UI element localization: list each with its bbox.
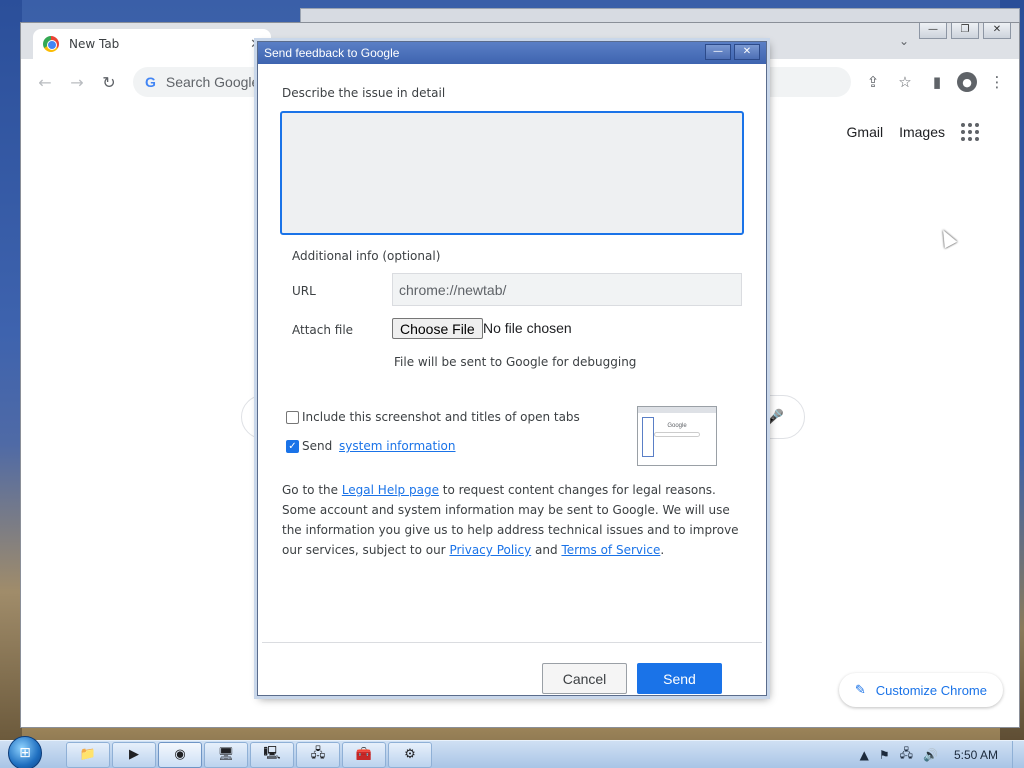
volume-icon[interactable]: 🔊	[923, 748, 938, 762]
legal-text-3: and	[531, 543, 562, 557]
dialog-body: Describe the issue in detail Additional …	[258, 64, 766, 695]
choose-file-button[interactable]: Choose File	[392, 318, 483, 339]
dialog-titlebar[interactable]: Send feedback to Google — ✕	[258, 42, 766, 64]
file-debug-note: File will be sent to Google for debuggin…	[394, 355, 637, 369]
system-tool-icon[interactable]: 🖳	[250, 741, 294, 768]
customize-chrome-button[interactable]: ✎ Customize Chrome	[838, 673, 1003, 707]
screenshot-checkbox-row: Include this screenshot and titles of op…	[286, 410, 580, 424]
url-label: URL	[292, 284, 316, 298]
network-icon[interactable]: 🖧	[900, 744, 913, 765]
privacy-policy-link[interactable]: Privacy Policy	[449, 543, 531, 557]
include-screenshot-checkbox[interactable]	[286, 410, 299, 424]
sysinfo-checkbox-row: ✓ Send system information	[286, 439, 456, 453]
network-tool-icon[interactable]: 🖧	[296, 741, 340, 768]
pencil-icon: ✎	[854, 682, 866, 697]
images-link[interactable]: Images	[899, 124, 945, 140]
window-controls: — ❐ ✕	[919, 23, 1011, 39]
additional-info-label: Additional info (optional)	[292, 249, 441, 263]
share-icon[interactable]: ⇪	[861, 70, 885, 94]
send-button[interactable]: Send	[637, 663, 722, 694]
no-file-chosen-text: No file chosen	[483, 320, 572, 336]
minimize-icon[interactable]: —	[919, 23, 947, 39]
legal-notice: Go to the Legal Help page to request con…	[282, 480, 744, 560]
apps-grid-icon[interactable]	[961, 123, 979, 141]
send-system-info-checkbox[interactable]: ✓	[286, 439, 299, 453]
media-player-icon[interactable]: ▶	[112, 741, 156, 768]
customize-chrome-label: Customize Chrome	[875, 682, 987, 698]
toolbar-actions: ⇪ ☆ ▮ ● ⋮	[861, 70, 1009, 94]
toolbox-icon[interactable]: 🧰	[342, 741, 386, 768]
dialog-title: Send feedback to Google	[264, 46, 400, 60]
dialog-close-icon[interactable]: ✕	[734, 44, 760, 60]
show-desktop-button[interactable]	[1012, 740, 1024, 768]
gmail-link[interactable]: Gmail	[847, 124, 884, 140]
send-label: Send	[302, 439, 337, 453]
tab-new-tab[interactable]: New Tab ✕	[33, 29, 271, 59]
url-field[interactable]	[392, 273, 742, 306]
start-button[interactable]: ⊞	[8, 735, 42, 768]
remote-desktop-icon[interactable]: 🖥	[204, 741, 248, 768]
legal-text-1: Go to the	[282, 483, 342, 497]
google-g-icon: G	[145, 74, 156, 90]
tray-expand-icon[interactable]: ▲	[860, 748, 869, 762]
menu-kebab-icon[interactable]: ⋮	[985, 70, 1009, 94]
taskbar-apps: 📁 ▶ ◉ 🖥 🖳 🖧 🧰 ⚙	[66, 741, 432, 768]
forward-arrow-icon[interactable]: →	[63, 68, 91, 96]
include-screenshot-label: Include this screenshot and titles of op…	[302, 410, 580, 424]
screenshot-thumbnail[interactable]: Google	[637, 406, 717, 466]
microphone-icon[interactable]: 🎤	[764, 408, 784, 427]
system-tray: ▲ ⚑ 🖧 🔊 5:50 AM	[860, 744, 1012, 765]
profile-avatar-icon[interactable]: ●	[957, 72, 977, 92]
desktop-background-left	[0, 0, 22, 740]
describe-issue-label: Describe the issue in detail	[282, 86, 446, 100]
action-center-flag-icon[interactable]: ⚑	[879, 748, 890, 762]
footer-divider	[262, 642, 762, 643]
chrome-logo-icon	[43, 36, 59, 52]
back-arrow-icon[interactable]: ←	[31, 68, 59, 96]
reload-icon[interactable]: ↻	[95, 68, 123, 96]
system-information-link[interactable]: system information	[339, 439, 455, 453]
maximize-icon[interactable]: ❐	[951, 23, 979, 39]
dialog-minimize-icon[interactable]: —	[705, 44, 731, 60]
file-explorer-icon[interactable]: 📁	[66, 741, 110, 768]
bookmark-star-icon[interactable]: ☆	[893, 70, 917, 94]
feedback-dialog: Send feedback to Google — ✕ Describe the…	[257, 41, 767, 696]
clock[interactable]: 5:50 AM	[954, 748, 998, 762]
chrome-taskbar-icon[interactable]: ◉	[158, 741, 202, 768]
close-icon[interactable]: ✕	[983, 23, 1011, 39]
utility-app-icon[interactable]: ⚙	[388, 741, 432, 768]
side-panel-icon[interactable]: ▮	[925, 70, 949, 94]
attach-file-label: Attach file	[292, 323, 354, 337]
issue-description-textarea[interactable]	[280, 111, 744, 235]
tab-title: New Tab	[69, 37, 120, 51]
legal-help-link[interactable]: Legal Help page	[342, 483, 439, 497]
tab-search-chevron-icon[interactable]: ⌄	[899, 34, 909, 48]
omnibox-placeholder: Search Google	[165, 74, 260, 90]
taskbar: ⊞ 📁 ▶ ◉ 🖥 🖳 🖧 🧰 ⚙ ▲ ⚑ 🖧 🔊 5:50 AM	[0, 735, 1024, 768]
dialog-window-controls: — ✕	[705, 44, 760, 60]
legal-text-4: .	[660, 543, 665, 557]
terms-of-service-link[interactable]: Terms of Service	[561, 543, 660, 557]
ntp-header-links: Gmail Images	[847, 123, 979, 141]
cancel-button[interactable]: Cancel	[542, 663, 627, 694]
